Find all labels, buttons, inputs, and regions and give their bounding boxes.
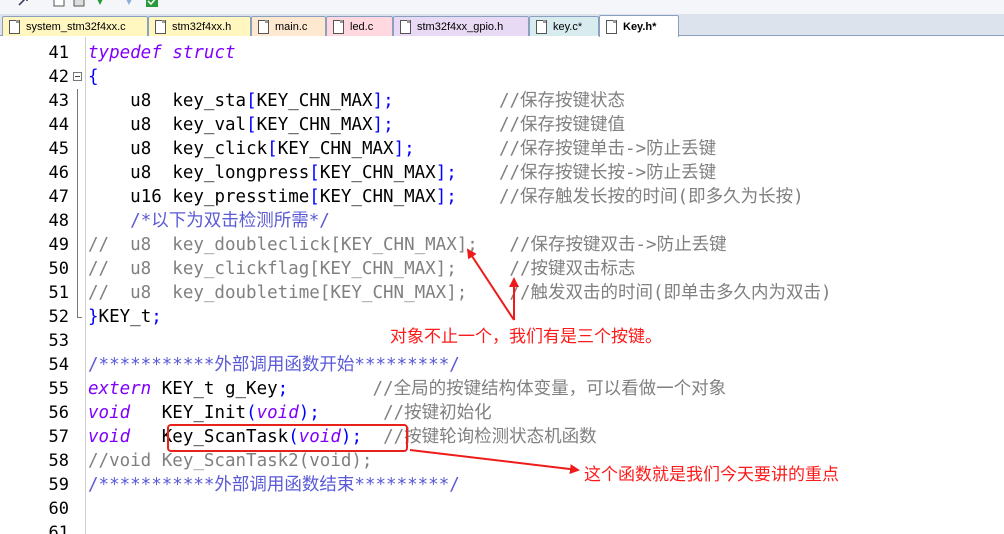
line-number: 54 — [48, 355, 69, 375]
tool-icon[interactable] — [16, 0, 30, 8]
tab-system-stm32f4xx-c[interactable]: system_stm32f4xx.c — [2, 16, 148, 36]
code-text: void KEY_Init(void); //按键初始化 — [88, 403, 492, 423]
code-line[interactable]: 47 u16 key_presstime[KEY_CHN_MAX]; //保存触… — [0, 185, 1004, 209]
tool-icon[interactable] — [52, 0, 66, 8]
file-icon — [400, 20, 411, 34]
line-number: 59 — [48, 475, 69, 495]
code-line[interactable]: 54 /***********外部调用函数开始*********/ — [0, 353, 1004, 377]
code-text: /***********外部调用函数开始*********/ — [88, 355, 460, 375]
line-number: 43 — [48, 91, 69, 111]
check-icon[interactable] — [145, 0, 159, 8]
line-number: 60 — [48, 499, 69, 519]
code-line[interactable]: 57 void Key_ScanTask(void); //按键轮询检测状态机函… — [0, 425, 1004, 449]
code-text: u8 key_click[KEY_CHN_MAX]; //保存按键单击->防止丢… — [130, 139, 717, 159]
code-line[interactable]: 46 u8 key_longpress[KEY_CHN_MAX]; //保存按键… — [0, 161, 1004, 185]
tab-key-h[interactable]: Key.h* — [599, 15, 679, 37]
file-icon — [606, 20, 617, 34]
fold-line — [73, 281, 82, 305]
line-number: 49 — [48, 235, 69, 255]
file-icon — [258, 20, 269, 34]
code-line[interactable]: 41 typedef struct — [0, 41, 1004, 65]
tab-stm32f4xx-h[interactable]: stm32f4xx.h — [148, 16, 251, 36]
code-line[interactable]: 42 { — [0, 65, 1004, 89]
file-icon — [536, 20, 547, 34]
code-text: /*以下为双击检测所需*/ — [130, 211, 330, 231]
arrow-down-icon[interactable] — [122, 0, 136, 8]
code-text: //void Key_ScanTask2(void); — [88, 451, 373, 471]
code-text: extern KEY_t g_Key; //全局的按键结构体变量，可以看做一个对… — [88, 379, 727, 399]
code-line[interactable]: 58 //void Key_ScanTask2(void); — [0, 449, 1004, 473]
code-line[interactable]: 50 // u8 key_clickflag[KEY_CHN_MAX]; //按… — [0, 257, 1004, 281]
line-number: 55 — [48, 379, 69, 399]
code-text: u8 key_longpress[KEY_CHN_MAX]; //保存按键长按-… — [130, 163, 717, 183]
fold-line — [73, 161, 82, 185]
code-text: { — [88, 67, 99, 87]
line-number: 56 — [48, 403, 69, 423]
code-text: }KEY_t; — [88, 307, 162, 327]
file-icon — [9, 20, 20, 34]
tab-key-c[interactable]: key.c* — [529, 16, 599, 36]
code-line[interactable]: 45 u8 key_click[KEY_CHN_MAX]; //保存按键单击->… — [0, 137, 1004, 161]
toolbar — [0, 0, 1004, 14]
code-text: typedef struct — [88, 41, 236, 65]
code-text: u16 key_presstime[KEY_CHN_MAX]; //保存触发长按… — [130, 187, 804, 207]
code-text: u8 key_sta[KEY_CHN_MAX]; //保存按键状态 — [130, 91, 626, 111]
arrow-down-icon[interactable] — [93, 0, 107, 8]
line-number: 61 — [48, 523, 69, 534]
fold-line — [73, 257, 82, 281]
code-text: // u8 key_clickflag[KEY_CHN_MAX]; //按键双击… — [88, 259, 636, 279]
annotation-text-1: 对象不止一个，我们有是三个按键。 — [390, 327, 662, 347]
code-line[interactable]: 56 void KEY_Init(void); //按键初始化 — [0, 401, 1004, 425]
line-number: 41 — [48, 43, 69, 63]
fold-line — [73, 209, 82, 233]
tab-bar: system_stm32f4xx.c stm32f4xx.h main.c le… — [0, 14, 1004, 37]
line-number: 50 — [48, 259, 69, 279]
code-line[interactable]: 55 extern KEY_t g_Key; //全局的按键结构体变量，可以看做… — [0, 377, 1004, 401]
keyword: struct — [172, 43, 236, 63]
tab-main-c[interactable]: main.c — [251, 16, 326, 36]
code-line[interactable]: 43 u8 key_sta[KEY_CHN_MAX]; //保存按键状态 — [0, 89, 1004, 113]
line-number: 44 — [48, 115, 69, 135]
fold-line — [73, 137, 82, 161]
tab-stm32f4xx-gpio-h[interactable]: stm32f4xx_gpio.h — [393, 16, 529, 36]
code-line[interactable]: 51 // u8 key_doubletime[KEY_CHN_MAX]; //… — [0, 281, 1004, 305]
code-text: /***********外部调用函数结束*********/ — [88, 475, 460, 495]
code-line[interactable]: 48 /*以下为双击检测所需*/ — [0, 209, 1004, 233]
line-number: 45 — [48, 139, 69, 159]
file-icon — [155, 20, 166, 34]
highlight-box — [167, 424, 408, 452]
line-number: 52 — [48, 307, 69, 327]
code-line[interactable]: 61 — [0, 521, 1004, 534]
fold-toggle-icon[interactable] — [73, 65, 82, 89]
line-number: 42 — [48, 67, 69, 87]
fold-line — [73, 185, 82, 209]
tab-led-c[interactable]: led.c — [326, 16, 393, 36]
code-line[interactable]: 49 // u8 key_doubleclick[KEY_CHN_MAX]; /… — [0, 233, 1004, 257]
code-text: u8 key_val[KEY_CHN_MAX]; //保存按键键值 — [130, 115, 626, 135]
line-number: 53 — [48, 331, 69, 351]
line-number: 48 — [48, 211, 69, 231]
fold-line — [73, 233, 82, 257]
line-number: 47 — [48, 187, 69, 207]
code-editor[interactable]: 41 typedef struct 42 { 43 u8 key_sta[KEY… — [0, 37, 1004, 534]
line-number: 57 — [48, 427, 69, 447]
keyword: typedef — [88, 43, 162, 63]
line-number: 51 — [48, 283, 69, 303]
fold-end — [73, 305, 82, 329]
tool-icon[interactable] — [72, 0, 86, 8]
code-line[interactable]: 60 — [0, 497, 1004, 521]
code-text: // u8 key_doubleclick[KEY_CHN_MAX]; //保存… — [88, 235, 727, 255]
code-line[interactable]: 44 u8 key_val[KEY_CHN_MAX]; //保存按键键值 — [0, 113, 1004, 137]
annotation-text-2: 这个函数就是我们今天要讲的重点 — [584, 465, 839, 485]
line-number: 46 — [48, 163, 69, 183]
fold-line — [73, 113, 82, 137]
line-number: 58 — [48, 451, 69, 471]
fold-line — [73, 89, 82, 113]
file-icon — [333, 20, 344, 34]
code-line[interactable]: 59 /***********外部调用函数结束*********/ — [0, 473, 1004, 497]
code-text: // u8 key_doubletime[KEY_CHN_MAX]; //触发双… — [88, 283, 832, 303]
